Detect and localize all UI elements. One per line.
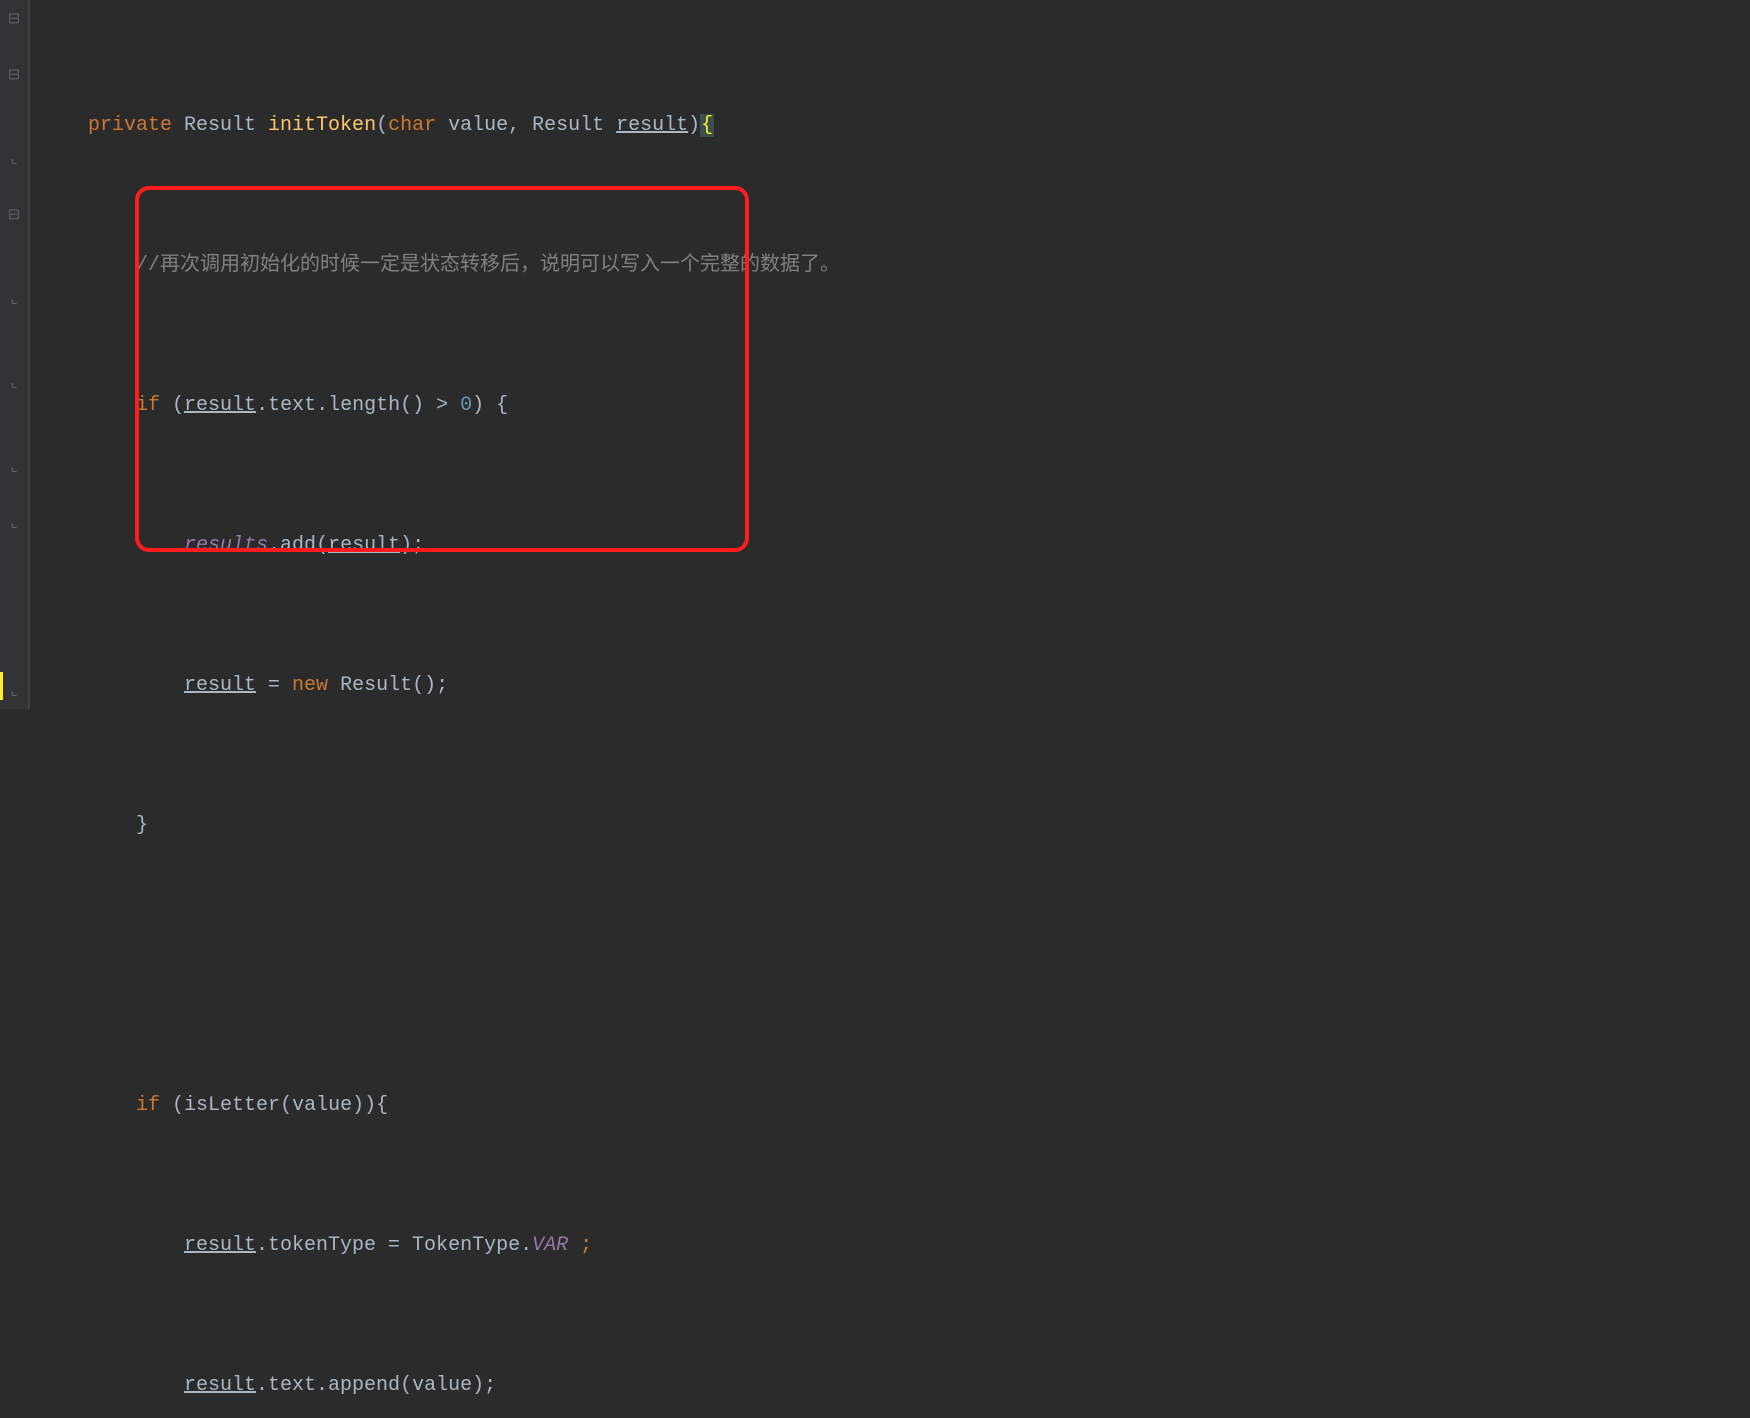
code-area[interactable]: private Result initToken(char value, Res…: [30, 0, 1750, 709]
fold-minus-icon[interactable]: ⊟: [7, 13, 21, 27]
code-editor[interactable]: ⊟ ⊟ ⌞ ⊟ ⌞ ⌞ ⌞ ⌞ ⌞ private Result initTok…: [0, 0, 1750, 709]
comment-text: //再次调用初始化的时候一定是状态转移后，说明可以写入一个完整的数据了。: [136, 254, 840, 277]
keyword-char: char: [388, 114, 436, 137]
fold-minus-icon[interactable]: ⊟: [7, 69, 21, 83]
caret-line-indicator: [0, 672, 3, 700]
code-line[interactable]: result.tokenType = TokenType.VAR ;: [30, 1232, 1750, 1260]
fold-end-icon: ⌞: [7, 293, 21, 307]
code-line[interactable]: private Result initToken(char value, Res…: [30, 112, 1750, 140]
type-result: Result: [184, 114, 268, 137]
code-line[interactable]: if (isLetter(value)){: [30, 1092, 1750, 1120]
code-line[interactable]: result.text.append(value);: [30, 1372, 1750, 1400]
fold-end-icon: ⌞: [7, 685, 21, 699]
annotation-highlight-box: [135, 186, 749, 552]
code-line[interactable]: results.add(result);: [30, 532, 1750, 560]
fold-end-icon: ⌞: [7, 517, 21, 531]
fold-end-icon: ⌞: [7, 153, 21, 167]
keyword-private: private: [88, 114, 172, 137]
code-line[interactable]: if (result.text.length() > 0) {: [30, 392, 1750, 420]
method-name: initToken: [268, 114, 376, 137]
code-line[interactable]: result = new Result();: [30, 672, 1750, 700]
code-line-blank[interactable]: [30, 952, 1750, 980]
editor-gutter: ⊟ ⊟ ⌞ ⊟ ⌞ ⌞ ⌞ ⌞ ⌞: [0, 0, 30, 709]
brace-highlight: {: [700, 114, 714, 137]
fold-minus-icon[interactable]: ⊟: [7, 209, 21, 223]
fold-end-icon: ⌞: [7, 377, 21, 391]
code-line[interactable]: //再次调用初始化的时候一定是状态转移后，说明可以写入一个完整的数据了。: [30, 252, 1750, 280]
param-result: result: [616, 114, 688, 137]
code-line[interactable]: }: [30, 812, 1750, 840]
type-result: Result: [532, 114, 616, 137]
fold-end-icon: ⌞: [7, 461, 21, 475]
